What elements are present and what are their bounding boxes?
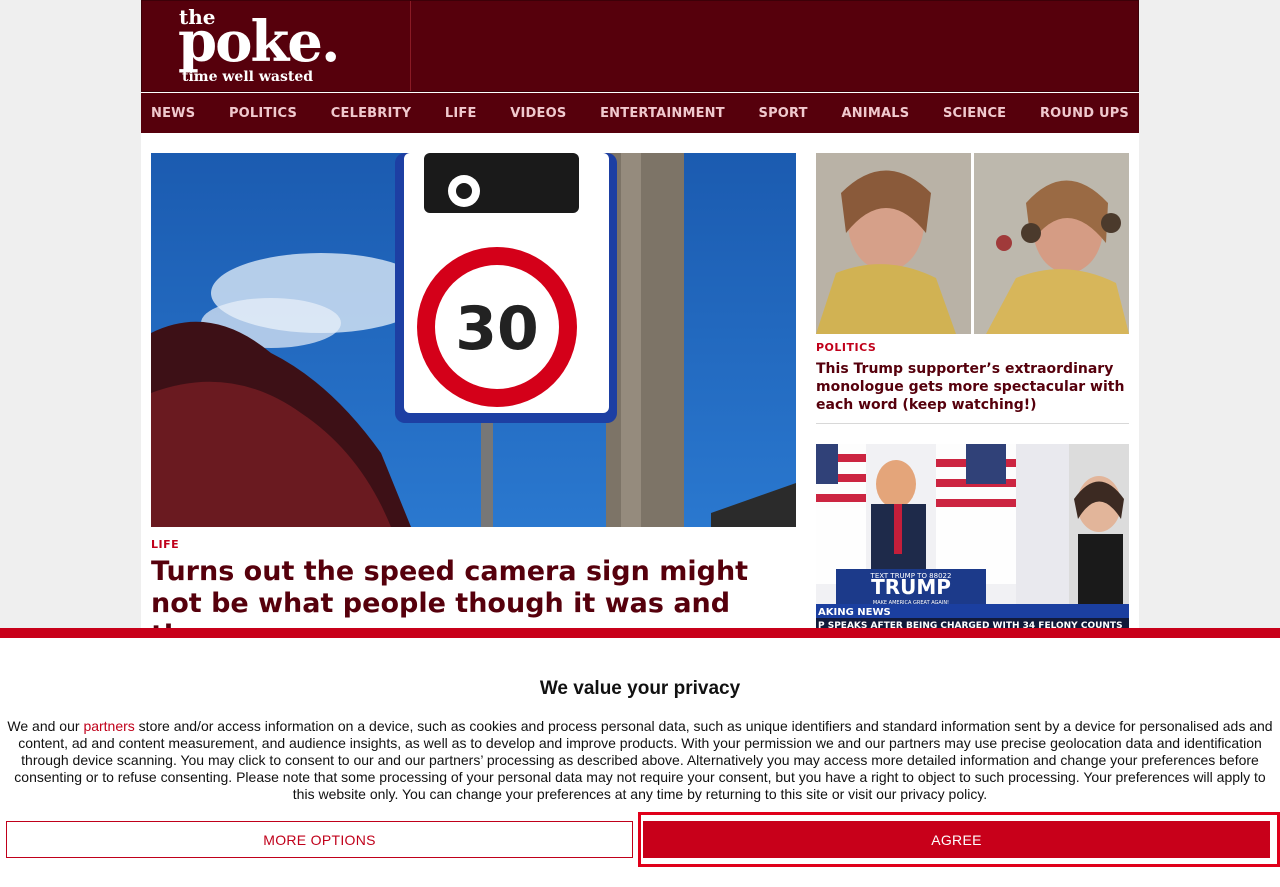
nav-item-entertainment[interactable]: ENTERTAINMENT <box>600 106 725 121</box>
consent-text-after-link: store and/or access information on a dev… <box>14 718 1273 802</box>
side-divider <box>816 423 1129 424</box>
nav-item-science[interactable]: SCIENCE <box>943 106 1006 121</box>
side-story-1-title[interactable]: This Trump supporter’s extraordinary mon… <box>816 360 1129 414</box>
trump-news-broadcast-image: TEXT TRUMP TO 88022 TRUMP MAKE AMERICA G… <box>816 444 1129 644</box>
nav-item-round-ups[interactable]: ROUND UPS <box>1040 106 1129 121</box>
site-header: the poke. time well wasted <box>141 0 1139 92</box>
main-nav: NEWS POLITICS CELEBRITY LIFE VIDEOS ENTE… <box>141 93 1139 133</box>
header-ad-slot <box>411 1 1138 91</box>
more-options-button[interactable]: MORE OPTIONS <box>6 821 633 858</box>
agree-button[interactable]: AGREE <box>643 821 1270 858</box>
nav-item-life[interactable]: LIFE <box>445 106 477 121</box>
main-story-image[interactable]: 30 <box>151 153 796 527</box>
site-logo[interactable]: the poke. time well wasted <box>142 1 411 91</box>
ticker-left-text: AKING NEWS <box>818 607 891 618</box>
partners-link[interactable]: partners <box>83 718 134 734</box>
side-story-1-category[interactable]: POLITICS <box>816 341 876 354</box>
nav-item-news[interactable]: NEWS <box>151 106 195 121</box>
nav-item-animals[interactable]: ANIMALS <box>841 106 909 121</box>
nav-item-videos[interactable]: VIDEOS <box>510 106 566 121</box>
banner-trump-text: TRUMP <box>871 575 951 599</box>
main-story-category[interactable]: LIFE <box>151 538 179 551</box>
speed-camera-sign-image: 30 <box>151 153 796 527</box>
side-story-2-image[interactable]: TEXT TRUMP TO 88022 TRUMP MAKE AMERICA G… <box>816 444 1129 644</box>
logo-tagline: time well wasted <box>182 69 314 85</box>
trump-supporter-video-image <box>816 153 1129 334</box>
consent-title: We value your privacy <box>539 678 741 699</box>
privacy-consent-dialog: We value your privacy We and our partner… <box>0 628 1280 887</box>
consent-text-before-link: We and our <box>7 718 84 734</box>
nav-item-celebrity[interactable]: CELEBRITY <box>331 106 411 121</box>
consent-text: We and our partners store and/or access … <box>6 718 1274 803</box>
sign-number: 30 <box>455 294 539 364</box>
nav-item-sport[interactable]: SPORT <box>759 106 808 121</box>
side-story-1-image[interactable] <box>816 153 1129 334</box>
logo-poke: poke. <box>178 9 340 75</box>
nav-item-politics[interactable]: POLITICS <box>229 106 297 121</box>
